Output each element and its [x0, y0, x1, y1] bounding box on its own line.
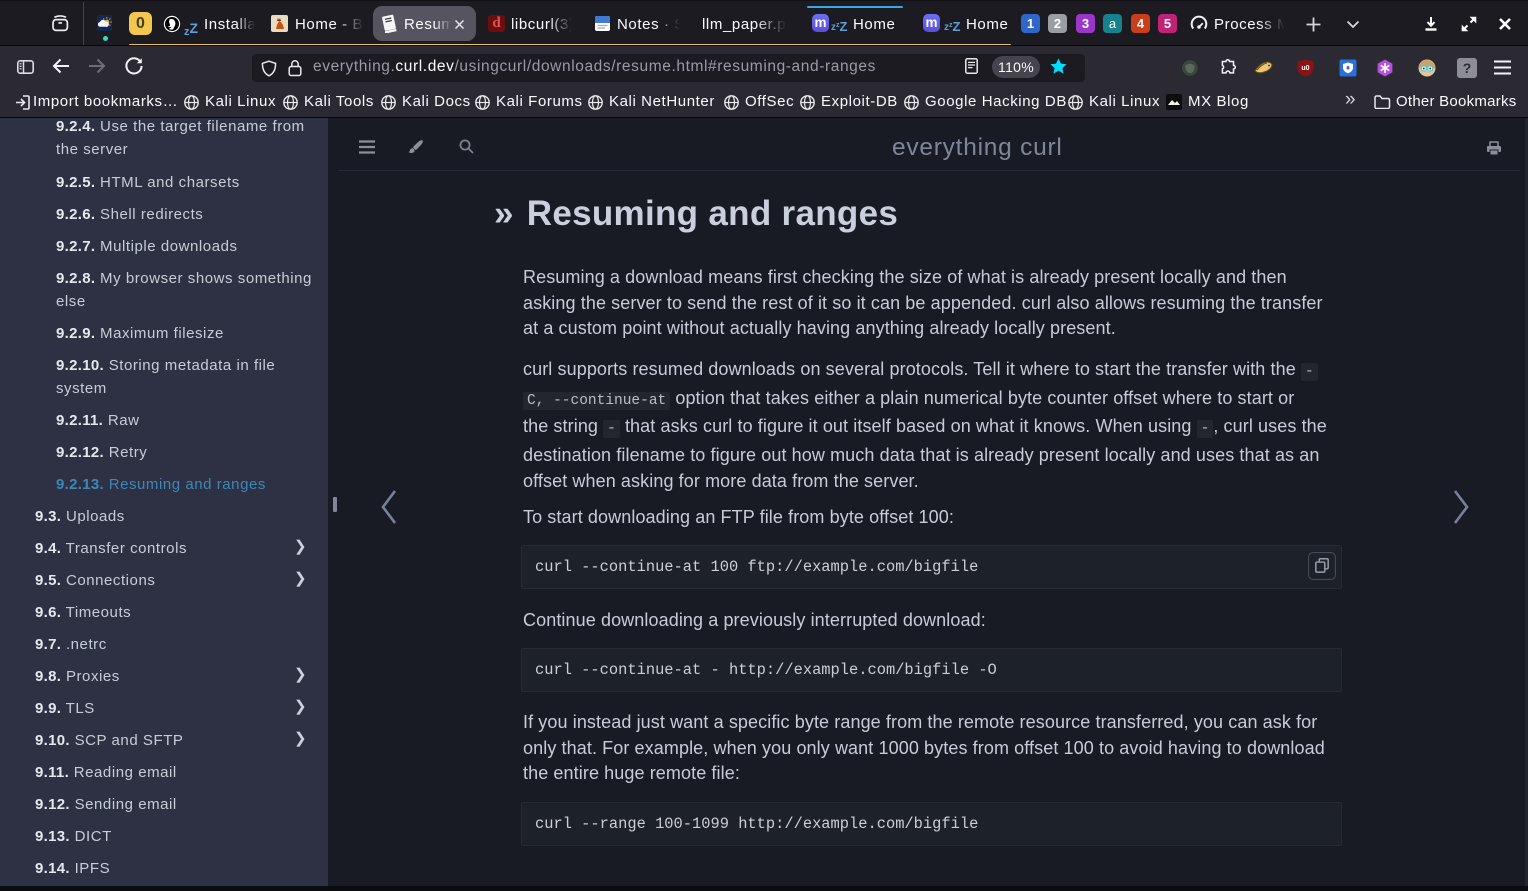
svg-text:u0: u0: [1301, 65, 1309, 72]
